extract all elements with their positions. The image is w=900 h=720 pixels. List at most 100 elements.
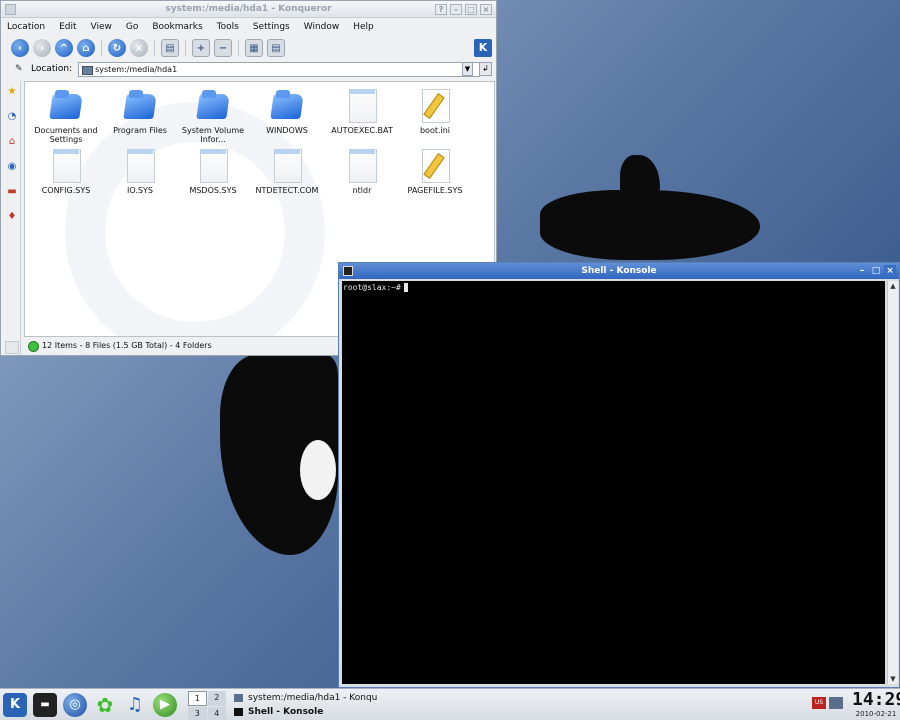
window-menu-icon[interactable] [5,4,16,15]
media-player-icon[interactable]: ▶ [153,693,177,717]
sidebar-toggle[interactable] [5,341,19,354]
menu-help[interactable]: Help [353,22,374,32]
menu-window[interactable]: Window [304,22,340,32]
file-name: CONFIG.SYS [41,186,91,195]
task-list: system:/media/hda1 - Konqu Shell - Konso… [232,691,377,719]
file-item[interactable]: NTDETECT.COM [250,148,324,195]
system-tray: US [812,697,843,709]
location-input[interactable]: system:/media/hda1 [78,61,481,77]
menu-edit[interactable]: Edit [59,22,76,32]
close-button[interactable]: × [480,4,492,15]
minimize-button[interactable]: – [450,4,462,15]
print-icon[interactable]: ▤ [161,39,179,57]
file-item[interactable]: Documents and Settings [29,88,103,144]
file-name: AUTOEXEC.BAT [331,126,393,135]
terminal-launcher-icon[interactable]: ▬ [33,693,57,717]
konqueror-titlebar[interactable]: system:/media/hda1 - Konqueror ? – □ × [1,1,496,18]
toolbar-separator [154,40,155,56]
file-name: NTDETECT.COM [255,186,319,195]
home-icon[interactable]: ⌂ [77,39,95,57]
kde-menu-icon[interactable]: K [3,693,27,717]
file-item[interactable]: Program Files [103,88,177,135]
shell-prompt: root@slax:~# [343,283,401,292]
menu-go[interactable]: Go [126,22,138,32]
file-name: WINDOWS [266,126,308,135]
document-icon [270,148,304,183]
home-folder-icon[interactable]: ⌂ [5,135,19,149]
maximize-button[interactable]: □ [465,4,477,15]
task-konqueror[interactable]: system:/media/hda1 - Konqu [232,691,377,705]
reload-icon[interactable]: ↻ [108,39,126,57]
file-item[interactable]: AUTOEXEC.BAT [325,88,399,135]
file-item[interactable]: WINDOWS [250,88,324,135]
toolbar-separator [185,40,186,56]
stop-icon[interactable]: × [130,39,148,57]
clock-date: 2010-02-21 [855,710,897,718]
file-item[interactable]: MSDOS.SYS [176,148,250,195]
scroll-down-icon[interactable]: ▼ [888,674,898,684]
terminal-icon[interactable] [343,266,353,276]
file-item[interactable]: ntldr [325,148,399,195]
icon-view-icon[interactable]: ▦ [245,39,263,57]
location-dropdown-icon[interactable]: ▼ [462,62,473,76]
folder-icon [196,88,230,122]
desktop-3[interactable]: 3 [188,707,207,720]
back-icon[interactable]: ‹ [11,39,29,57]
file-item[interactable]: IO.SYS [103,148,177,195]
keyboard-layout-flag-icon[interactable]: US [812,697,826,709]
desktop-4[interactable]: 4 [207,707,226,720]
folder-icon [270,88,304,122]
volume-icon[interactable] [829,697,843,709]
menu-tools[interactable]: Tools [217,22,239,32]
terminal-area[interactable]: root@slax:~# [342,281,885,684]
clock[interactable]: 14:29 2010-02-21 [852,690,900,719]
terminal-scrollbar[interactable]: ▲ ▼ [887,281,898,684]
document-icon [345,148,379,183]
desktop-2[interactable]: 2 [207,691,226,706]
messenger-launcher-icon[interactable]: ✿ [93,693,117,717]
toolbar-separator [238,40,239,56]
music-player-icon[interactable]: ♫ [123,693,147,717]
menu-location[interactable]: Location [7,22,45,32]
document-icon [345,88,379,123]
desktop-1[interactable]: 1 [188,691,207,706]
menu-settings[interactable]: Settings [253,22,290,32]
file-item[interactable]: PAGEFILE.SYS [398,148,472,195]
maximize-button[interactable]: □ [870,265,882,277]
file-item[interactable]: CONFIG.SYS [29,148,103,195]
location-bar: ✎ Location: system:/media/hda1 ▼ ↲ [1,60,496,78]
menubar: Location Edit View Go Bookmarks Tools Se… [1,18,496,36]
menu-bookmarks[interactable]: Bookmarks [152,22,202,32]
file-item[interactable]: boot.ini [398,88,472,135]
zoom-out-icon[interactable]: − [214,39,232,57]
location-label: Location: [31,64,73,74]
file-name: MSDOS.SYS [189,186,237,195]
desktop-pager: 1 2 3 4 [188,691,226,720]
document-icon [49,148,83,183]
file-name: IO.SYS [127,186,153,195]
bookmarks-star-icon[interactable]: ★ [5,85,19,99]
desktop-penguin-decoration [300,440,336,500]
root-folder-icon[interactable]: ▬ [5,185,19,199]
zoom-in-icon[interactable]: + [192,39,210,57]
browser-launcher-icon[interactable]: ◎ [63,693,87,717]
taskbar: K ▬ ◎ ✿ ♫ ▶ 1 2 3 4 system:/media/hda1 -… [0,688,900,720]
up-icon[interactable]: ^ [55,39,73,57]
close-button[interactable]: × [884,265,896,277]
file-item[interactable]: System Volume Infor... [176,88,250,144]
history-clock-icon[interactable]: ◔ [5,110,19,124]
konsole-window[interactable]: Shell - Konsole – □ × root@slax:~# ▲ ▼ [338,262,900,688]
task-konsole[interactable]: Shell - Konsole [232,705,377,719]
forward-icon[interactable]: › [33,39,51,57]
minimize-button[interactable]: – [856,265,868,277]
go-icon[interactable]: ↲ [479,62,492,76]
clear-location-icon[interactable]: ✎ [15,64,25,74]
text-file-icon [418,148,452,183]
menu-view[interactable]: View [91,22,112,32]
scroll-up-icon[interactable]: ▲ [888,281,898,291]
konsole-titlebar[interactable]: Shell - Konsole – □ × [339,263,899,279]
help-button[interactable]: ? [435,4,447,15]
services-icon[interactable]: ♦ [5,210,19,224]
detail-view-icon[interactable]: ▤ [267,39,285,57]
network-icon[interactable]: ◉ [5,160,19,174]
